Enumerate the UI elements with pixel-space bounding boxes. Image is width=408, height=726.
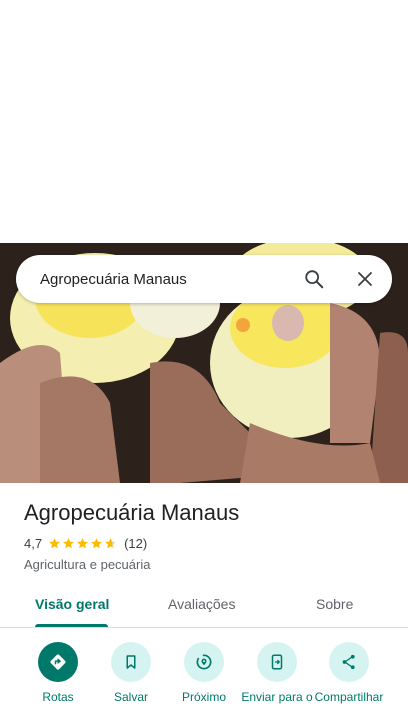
close-icon[interactable]: [349, 263, 381, 295]
tab-reviews[interactable]: Avaliações: [168, 596, 235, 612]
search-bar[interactable]: Agropecuária Manaus: [16, 255, 392, 303]
directions-button[interactable]: Rotas: [22, 640, 94, 704]
action-label: Enviar para o: [241, 690, 313, 704]
rating-value: 4,7: [24, 536, 43, 551]
map-area-blank: [0, 0, 408, 243]
tab-bar: Visão geral Avaliações Sobre: [0, 585, 408, 628]
search-icon[interactable]: [298, 263, 330, 295]
rating-row[interactable]: 4,7 (12): [24, 536, 147, 551]
star-icon: [49, 538, 60, 549]
star-icon: [63, 538, 74, 549]
directions-icon: [38, 642, 78, 682]
action-label: Compartilhar: [314, 690, 384, 704]
star-icon: [77, 538, 88, 549]
save-button[interactable]: Salvar: [95, 640, 167, 704]
star-icon: [105, 538, 116, 549]
share-button[interactable]: Compartilhar: [313, 640, 385, 704]
review-count[interactable]: (12): [124, 536, 147, 551]
star-rating: [48, 537, 118, 550]
nearby-button[interactable]: Próximo: [168, 640, 240, 704]
action-label: Salvar: [113, 690, 148, 704]
active-tab-indicator: [35, 624, 108, 627]
bookmark-icon: [111, 642, 151, 682]
star-icon: [91, 538, 102, 549]
tab-about[interactable]: Sobre: [316, 596, 353, 612]
place-title: Agropecuária Manaus: [24, 500, 240, 525]
search-input[interactable]: Agropecuária Manaus: [40, 271, 187, 288]
action-label: Próximo: [181, 690, 226, 704]
nearby-icon: [184, 642, 224, 682]
send-to-phone-button[interactable]: Enviar para o: [241, 640, 313, 704]
share-icon: [329, 642, 369, 682]
place-category: Agricultura e pecuária: [24, 557, 151, 572]
action-row: Rotas Salvar Próximo Enviar para o Compa…: [0, 640, 408, 726]
action-label: Rotas: [42, 690, 74, 704]
tab-overview[interactable]: Visão geral: [35, 596, 109, 612]
send-to-phone-icon: [257, 642, 297, 682]
